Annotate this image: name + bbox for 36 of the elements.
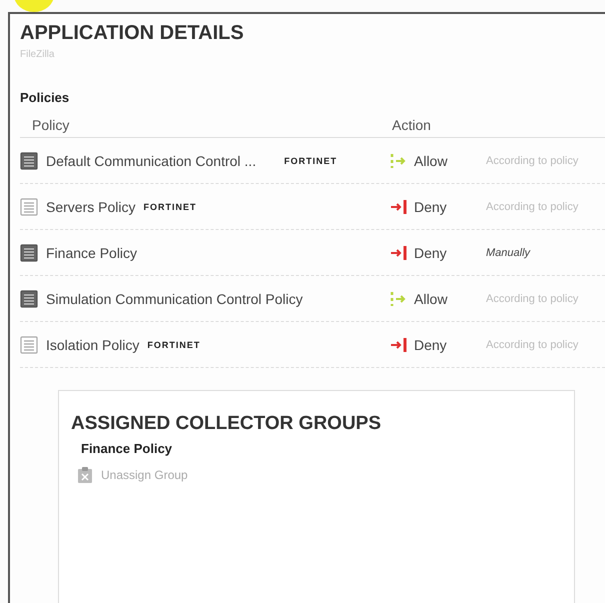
action-mode: According to policy [486,154,580,166]
policy-name[interactable]: Finance Policy [46,244,138,260]
list-icon [20,198,38,216]
selected-policy: Finance Policy [81,441,174,456]
action-label: Deny [414,244,447,260]
action-label: Deny [414,336,447,352]
action-label: Allow [414,152,448,168]
action-mode: According to policy [486,292,580,304]
vendor-logo: FORTINET [284,156,338,166]
action-mode: According to policy [486,200,580,212]
list-icon [20,336,38,354]
vendor-logo: FORTINET [147,340,200,350]
policy-name[interactable]: Default Communication Control ... [46,152,256,168]
clipboard-icon [77,466,93,484]
list-icon [20,244,38,262]
policy-name[interactable]: Simulation Communication Control Policy [46,290,303,306]
deny-arrow-icon [390,198,408,214]
application-name: FileZilla [20,49,56,60]
page-title: APPLICATION DETAILS [20,22,245,45]
column-header: Action [392,117,432,133]
panel-title: ASSIGNED COLLECTOR GROUPS [71,413,382,435]
action-mode: According to policy [486,338,580,350]
vendor-logo: FORTINET [143,202,196,212]
deny-arrow-icon [390,336,408,352]
action-label: Deny [414,198,447,214]
list-icon [20,290,38,308]
policy-name[interactable]: Servers Policy [46,198,136,214]
policy-name[interactable]: Isolation Policy [46,336,140,352]
deny-arrow-icon [390,244,408,260]
allow-arrow-icon [390,152,408,168]
allow-arrow-icon [390,290,408,306]
column-header: Policy [32,117,70,133]
section-heading: Policies [20,90,70,105]
action-label: Allow [414,290,448,306]
list-icon [20,152,38,170]
action-mode: Manually [486,246,532,258]
